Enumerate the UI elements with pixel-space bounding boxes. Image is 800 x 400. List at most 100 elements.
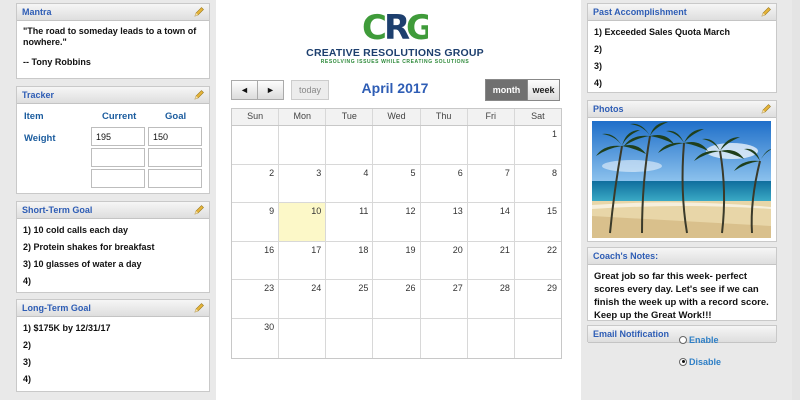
tracker-current-input[interactable]: 195 <box>91 127 145 146</box>
calendar-day-cell[interactable]: 13 <box>421 203 468 241</box>
calendar-day-cell[interactable]: 25 <box>326 280 374 318</box>
logo-name: CREATIVE RESOLUTIONS GROUP <box>306 47 484 59</box>
calendar-day-cell[interactable]: 4 <box>326 164 374 203</box>
calendar-day-cell[interactable]: 11 <box>326 203 374 241</box>
calendar-day-cell[interactable]: 23 <box>232 280 280 318</box>
list-item: 3) <box>23 357 32 367</box>
tracker-current-input-2[interactable] <box>91 148 145 167</box>
long-term-goal-title: Long-Term Goal <box>22 303 91 313</box>
tracker-row-label: Weight <box>24 133 56 144</box>
calendar-grid: 1 2 3 4 5 6 7 8 9 10 11 12 13 14 15 16 17 18 19 20 21 22 23 24 2… <box>231 125 562 359</box>
day-header: Fri <box>468 109 515 125</box>
calendar-empty-cell[interactable] <box>232 126 280 164</box>
calendar-empty-cell[interactable] <box>468 126 515 164</box>
coach-notes-title: Coach's Notes: <box>593 251 659 261</box>
edit-pencil-icon[interactable] <box>193 204 205 216</box>
calendar-empty-cell[interactable] <box>279 126 327 164</box>
radio-icon[interactable] <box>679 335 687 344</box>
tracker-col-current: Current <box>102 111 137 122</box>
calendar: Sun Mon Tue Wed Thu Fri Sat 1 2 3 4 5 6 7 8 9 10 1… <box>231 108 562 359</box>
list-item: 1) $175K by 12/31/17 <box>23 323 111 333</box>
tracker-title: Tracker <box>22 90 55 100</box>
calendar-next-button[interactable]: ► <box>257 80 284 100</box>
photos-title: Photos <box>593 104 624 114</box>
mantra-quote: "The road to someday leads to a town of … <box>23 26 197 47</box>
calendar-day-cell[interactable]: 14 <box>468 203 515 241</box>
email-enable-option[interactable]: Enable <box>679 335 719 345</box>
list-item: 2) Protein shakes for breakfast <box>23 242 155 252</box>
radio-selected-icon[interactable] <box>679 357 687 366</box>
calendar-day-cell[interactable]: 3 <box>279 164 327 203</box>
calendar-day-cell[interactable]: 17 <box>279 241 327 280</box>
calendar-day-cell[interactable]: 22 <box>515 242 561 280</box>
coach-notes-text: Great job so far this week- perfect scor… <box>594 271 769 321</box>
email-disable-option[interactable]: Disable <box>679 357 721 367</box>
coach-notes-panel: Coach's Notes: Great job so far this wee… <box>587 247 777 321</box>
tracker-panel: Tracker Item Current Goal Weight 195 150 <box>16 86 210 194</box>
email-notification-title: Email Notification <box>593 329 670 339</box>
calendar-day-cell[interactable]: 26 <box>373 280 421 318</box>
calendar-empty-cell[interactable] <box>326 318 374 358</box>
calendar-day-cell[interactable]: 1 <box>515 126 561 164</box>
calendar-empty-cell[interactable] <box>421 126 468 164</box>
mantra-panel: Mantra "The road to someday leads to a t… <box>16 3 210 79</box>
calendar-empty-cell[interactable] <box>515 319 561 358</box>
calendar-empty-cell[interactable] <box>468 318 515 358</box>
calendar-prev-button[interactable]: ◄ <box>231 80 258 100</box>
day-header: Mon <box>279 109 327 125</box>
calendar-day-cell[interactable]: 9 <box>232 203 280 241</box>
calendar-week-row: 9 10 11 12 13 14 15 <box>232 203 561 242</box>
tracker-current-input-3[interactable] <box>91 169 145 188</box>
list-item: 2) <box>594 44 603 54</box>
calendar-day-cell[interactable]: 5 <box>373 164 421 203</box>
tracker-goal-input-2[interactable] <box>148 148 202 167</box>
calendar-day-cell[interactable]: 2 <box>232 164 280 203</box>
edit-pencil-icon[interactable] <box>760 103 772 115</box>
calendar-month-view-button[interactable]: month <box>485 79 528 101</box>
calendar-today-button[interactable]: today <box>291 80 329 100</box>
calendar-day-cell[interactable]: 12 <box>373 203 421 241</box>
calendar-day-cell[interactable]: 19 <box>373 241 421 280</box>
calendar-day-cell[interactable]: 30 <box>232 318 280 358</box>
calendar-week-view-button[interactable]: week <box>527 79 560 101</box>
edit-pencil-icon[interactable] <box>193 6 205 18</box>
edit-pencil-icon[interactable] <box>193 89 205 101</box>
list-item: 3) <box>594 61 603 71</box>
short-term-goal-panel: Short-Term Goal 1) 10 cold calls each da… <box>16 201 210 293</box>
calendar-day-cell[interactable]: 27 <box>421 280 468 318</box>
calendar-week-row: 30 <box>232 318 561 358</box>
calendar-empty-cell[interactable] <box>373 318 421 358</box>
edit-pencil-icon[interactable] <box>193 302 205 314</box>
past-accomplishment-title: Past Accomplishment <box>593 7 687 17</box>
calendar-day-cell[interactable]: 18 <box>326 241 374 280</box>
edit-pencil-icon[interactable] <box>760 6 772 18</box>
list-item: 4) <box>23 276 32 286</box>
calendar-day-cell[interactable]: 15 <box>515 203 561 241</box>
calendar-day-cell[interactable]: 7 <box>468 164 515 203</box>
calendar-day-cell[interactable]: 6 <box>421 164 468 203</box>
day-header: Sat <box>531 111 545 121</box>
calendar-day-cell[interactable]: 20 <box>421 241 468 280</box>
calendar-day-cell[interactable]: 8 <box>515 165 561 203</box>
page-scrollbar[interactable] <box>792 0 800 400</box>
calendar-day-cell[interactable]: 21 <box>468 241 515 280</box>
calendar-day-cell[interactable]: 10 <box>279 203 327 241</box>
calendar-day-cell[interactable]: 16 <box>232 241 280 280</box>
calendar-day-cell[interactable]: 29 <box>515 280 561 318</box>
calendar-empty-cell[interactable] <box>373 126 421 164</box>
short-term-goal-title: Short-Term Goal <box>22 205 93 215</box>
mantra-title: Mantra <box>22 7 52 17</box>
tracker-col-item: Item <box>24 111 44 122</box>
list-item: 4) <box>594 78 603 88</box>
tracker-goal-input-3[interactable] <box>148 169 202 188</box>
tracker-goal-input[interactable]: 150 <box>148 127 202 146</box>
calendar-empty-cell[interactable] <box>279 318 327 358</box>
day-header: Wed <box>373 109 421 125</box>
calendar-day-cell[interactable]: 24 <box>279 280 327 318</box>
calendar-empty-cell[interactable] <box>421 318 468 358</box>
beach-palm-trees-photo <box>592 121 771 238</box>
calendar-day-cell[interactable]: 28 <box>468 280 515 318</box>
calendar-title: April 2017 <box>361 80 429 96</box>
calendar-empty-cell[interactable] <box>326 126 374 164</box>
calendar-week-row: 1 <box>232 126 561 165</box>
